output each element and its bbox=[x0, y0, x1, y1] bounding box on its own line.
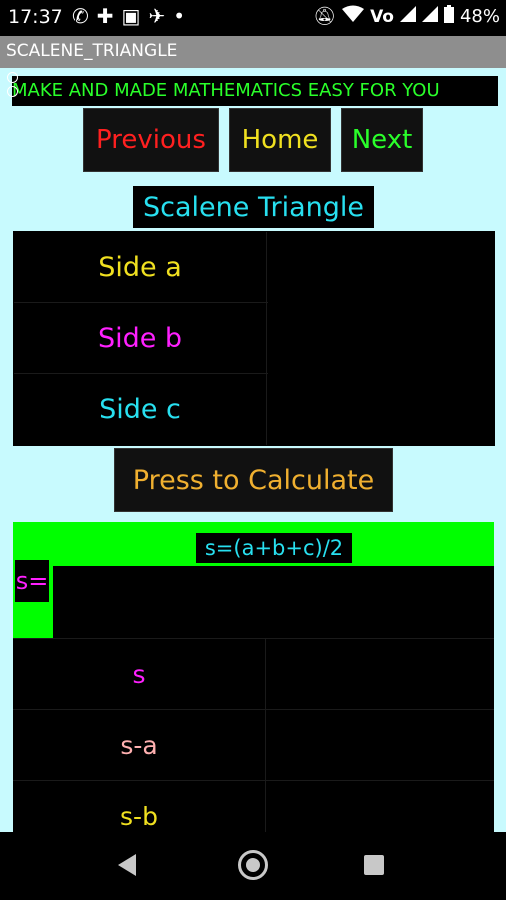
side-b-row: Side b bbox=[14, 303, 494, 374]
s-result-value bbox=[53, 566, 494, 638]
marquee-banner: MAKE AND MADE MATHEMATICS EASY FOR YOU bbox=[12, 76, 498, 106]
system-nav-bar bbox=[0, 832, 506, 900]
dot-2-icon bbox=[7, 86, 18, 97]
notification-icons: ✆ ✚ ▣ ✈ • bbox=[72, 4, 185, 28]
output-row-s-b: s-b bbox=[13, 780, 494, 832]
recent-apps-icon[interactable] bbox=[364, 855, 384, 875]
mute-icon: 🔕︎ bbox=[313, 6, 337, 27]
wifi-icon bbox=[342, 5, 365, 28]
dot-icon: • bbox=[173, 4, 185, 28]
next-button[interactable]: Next bbox=[341, 108, 423, 172]
twitter-icon: ✈ bbox=[148, 4, 166, 28]
output-row-s: s bbox=[13, 638, 494, 710]
app-title: SCALENE_TRIANGLE bbox=[6, 41, 178, 61]
battery-percent: 48% bbox=[459, 6, 500, 27]
status-right: 🔕︎ Vo 48% bbox=[313, 5, 500, 28]
signal-2-icon bbox=[421, 6, 438, 27]
app-title-bar: SCALENE_TRIANGLE bbox=[0, 36, 506, 68]
output-s-b-label: s-b bbox=[13, 781, 266, 832]
main-content[interactable]: MAKE AND MADE MATHEMATICS EASY FOR YOU P… bbox=[0, 68, 506, 832]
battery-icon bbox=[443, 5, 454, 28]
back-icon[interactable] bbox=[118, 854, 136, 876]
side-input-table: Side a Side b Side c bbox=[13, 231, 495, 446]
whatsapp-icon: ✆ bbox=[72, 4, 89, 28]
home-circle-icon[interactable] bbox=[238, 850, 268, 880]
facebook-icon: ▣ bbox=[121, 4, 141, 28]
output-s-a-value bbox=[267, 710, 494, 781]
side-c-label: Side c bbox=[14, 374, 267, 445]
side-b-label: Side b bbox=[14, 303, 267, 374]
side-c-row: Side c bbox=[14, 374, 494, 445]
side-a-label: Side a bbox=[14, 232, 267, 303]
calculate-button[interactable]: Press to Calculate bbox=[114, 448, 393, 512]
output-s-a-label: s-a bbox=[13, 710, 266, 781]
semi-perimeter-formula: s=(a+b+c)/2 bbox=[196, 533, 352, 563]
volte-icon: Vo bbox=[370, 6, 394, 27]
s-equals-label: s= bbox=[15, 560, 49, 602]
overlay-dots bbox=[7, 72, 18, 97]
side-b-input[interactable] bbox=[268, 303, 494, 374]
side-a-input[interactable] bbox=[268, 232, 494, 303]
dot-1-icon bbox=[7, 72, 18, 83]
signal-icon bbox=[399, 6, 416, 27]
output-s-b-value bbox=[267, 781, 494, 832]
page-title: Scalene Triangle bbox=[133, 186, 374, 228]
previous-button[interactable]: Previous bbox=[83, 108, 219, 172]
status-bar: 17:37 ✆ ✚ ▣ ✈ • 🔕︎ Vo 48% bbox=[0, 0, 506, 36]
side-a-row: Side a bbox=[14, 232, 494, 303]
output-s-value bbox=[267, 639, 494, 710]
output-s-label: s bbox=[13, 639, 266, 710]
wheel-icon: ✚ bbox=[96, 4, 114, 28]
home-button[interactable]: Home bbox=[229, 108, 331, 172]
output-table: s s-a s-b bbox=[13, 638, 494, 832]
status-time: 17:37 bbox=[8, 6, 63, 28]
side-c-input[interactable] bbox=[268, 374, 494, 445]
output-row-s-a: s-a bbox=[13, 709, 494, 781]
